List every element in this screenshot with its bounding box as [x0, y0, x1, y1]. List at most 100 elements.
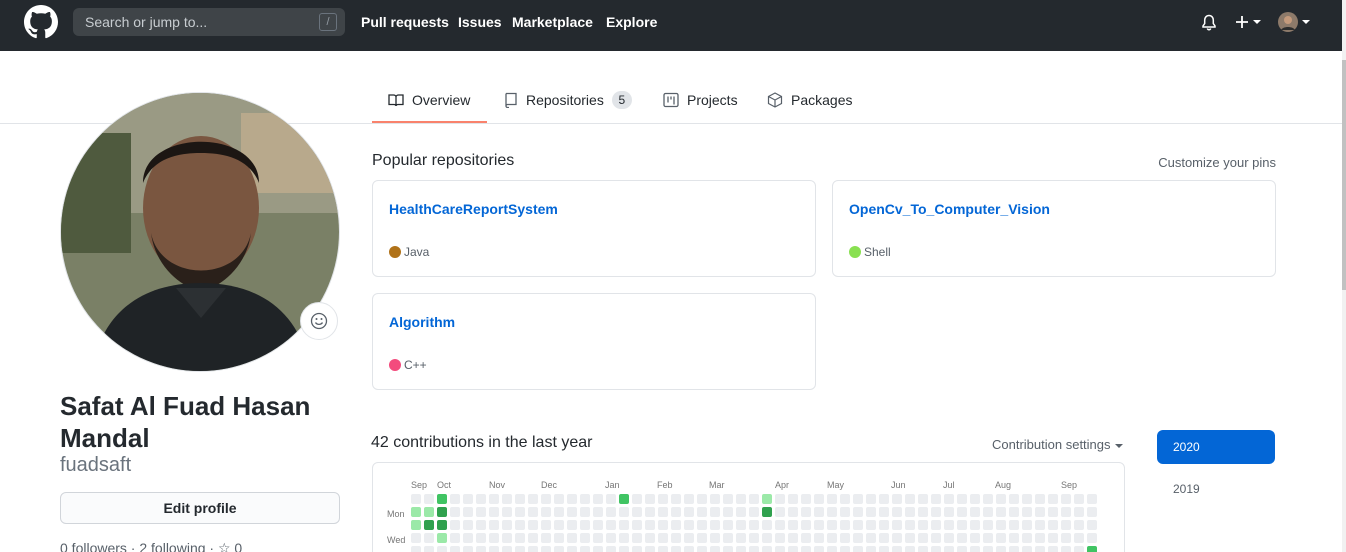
contribution-cell[interactable]	[424, 507, 434, 517]
contribution-cell[interactable]	[710, 507, 720, 517]
contribution-cell[interactable]	[775, 507, 785, 517]
contribution-cell[interactable]	[450, 546, 460, 552]
contribution-cell[interactable]	[697, 507, 707, 517]
contribution-cell[interactable]	[580, 494, 590, 504]
contribution-cell[interactable]	[645, 546, 655, 552]
contribution-cell[interactable]	[437, 546, 447, 552]
contribution-cell[interactable]	[736, 494, 746, 504]
contribution-cell[interactable]	[1009, 533, 1019, 543]
contribution-cell[interactable]	[489, 533, 499, 543]
contribution-cell[interactable]	[1035, 520, 1045, 530]
contribution-cell[interactable]	[996, 546, 1006, 552]
contribution-cell[interactable]	[1087, 533, 1097, 543]
contribution-cell[interactable]	[645, 533, 655, 543]
contribution-cell[interactable]	[658, 494, 668, 504]
contribution-cell[interactable]	[515, 546, 525, 552]
contribution-cell[interactable]	[1048, 507, 1058, 517]
contribution-cell[interactable]	[619, 494, 629, 504]
contribution-cell[interactable]	[983, 494, 993, 504]
contribution-cell[interactable]	[541, 546, 551, 552]
contribution-cell[interactable]	[1048, 546, 1058, 552]
contribution-cell[interactable]	[905, 520, 915, 530]
contribution-cell[interactable]	[658, 533, 668, 543]
contribution-cell[interactable]	[814, 494, 824, 504]
contribution-cell[interactable]	[788, 520, 798, 530]
contribution-cell[interactable]	[762, 520, 772, 530]
contribution-cell[interactable]	[437, 533, 447, 543]
contribution-cell[interactable]	[541, 507, 551, 517]
contribution-cell[interactable]	[879, 520, 889, 530]
contribution-cell[interactable]	[1061, 546, 1071, 552]
contribution-cell[interactable]	[554, 520, 564, 530]
contribution-cell[interactable]	[567, 507, 577, 517]
contribution-cell[interactable]	[541, 494, 551, 504]
contribution-cell[interactable]	[827, 494, 837, 504]
contribution-cell[interactable]	[671, 533, 681, 543]
nav-marketplace[interactable]: Marketplace	[512, 14, 593, 30]
contribution-cell[interactable]	[697, 533, 707, 543]
contribution-cell[interactable]	[645, 507, 655, 517]
contribution-cell[interactable]	[619, 507, 629, 517]
contribution-cell[interactable]	[944, 546, 954, 552]
contribution-cell[interactable]	[788, 507, 798, 517]
contribution-cell[interactable]	[749, 533, 759, 543]
contribution-cell[interactable]	[502, 494, 512, 504]
contribution-cell[interactable]	[931, 507, 941, 517]
contribution-cell[interactable]	[1061, 507, 1071, 517]
contribution-cell[interactable]	[944, 507, 954, 517]
tab-projects[interactable]: Projects	[663, 90, 738, 110]
contribution-cell[interactable]	[1087, 546, 1097, 552]
contribution-cell[interactable]	[450, 494, 460, 504]
contribution-cell[interactable]	[684, 533, 694, 543]
contribution-cell[interactable]	[515, 533, 525, 543]
edit-profile-button[interactable]: Edit profile	[60, 492, 340, 524]
contribution-cell[interactable]	[489, 507, 499, 517]
contribution-cell[interactable]	[580, 520, 590, 530]
contribution-cell[interactable]	[528, 494, 538, 504]
contribution-cell[interactable]	[554, 546, 564, 552]
contribution-cell[interactable]	[879, 533, 889, 543]
contribution-cell[interactable]	[892, 520, 902, 530]
contribution-cell[interactable]	[944, 533, 954, 543]
contribution-cell[interactable]	[970, 520, 980, 530]
contribution-cell[interactable]	[645, 494, 655, 504]
contribution-cell[interactable]	[970, 494, 980, 504]
contribution-cell[interactable]	[476, 494, 486, 504]
contribution-cell[interactable]	[996, 494, 1006, 504]
contribution-cell[interactable]	[970, 546, 980, 552]
contribution-cell[interactable]	[1074, 520, 1084, 530]
plus-icon[interactable]	[1235, 15, 1249, 29]
contribution-cell[interactable]	[541, 533, 551, 543]
contribution-cell[interactable]	[632, 546, 642, 552]
contribution-cell[interactable]	[918, 520, 928, 530]
contribution-cell[interactable]	[502, 507, 512, 517]
contribution-cell[interactable]	[671, 507, 681, 517]
contribution-cell[interactable]	[697, 494, 707, 504]
contribution-cell[interactable]	[840, 546, 850, 552]
contribution-cell[interactable]	[541, 520, 551, 530]
contribution-cell[interactable]	[853, 494, 863, 504]
contribution-cell[interactable]	[736, 507, 746, 517]
contribution-cell[interactable]	[918, 507, 928, 517]
contribution-cell[interactable]	[671, 546, 681, 552]
contribution-cell[interactable]	[723, 520, 733, 530]
contribution-cell[interactable]	[632, 520, 642, 530]
contribution-cell[interactable]	[866, 533, 876, 543]
contribution-cell[interactable]	[684, 520, 694, 530]
github-logo-icon[interactable]	[24, 5, 58, 39]
contribution-cell[interactable]	[1022, 520, 1032, 530]
contribution-cell[interactable]	[749, 520, 759, 530]
contribution-cell[interactable]	[476, 546, 486, 552]
contribution-cell[interactable]	[567, 494, 577, 504]
contribution-cell[interactable]	[632, 533, 642, 543]
contribution-cell[interactable]	[749, 507, 759, 517]
contribution-cell[interactable]	[840, 494, 850, 504]
contribution-cell[interactable]	[489, 546, 499, 552]
contribution-cell[interactable]	[1022, 546, 1032, 552]
contribution-cell[interactable]	[1035, 494, 1045, 504]
contribution-cell[interactable]	[983, 546, 993, 552]
contribution-cell[interactable]	[1009, 520, 1019, 530]
contribution-cell[interactable]	[528, 520, 538, 530]
contribution-cell[interactable]	[983, 520, 993, 530]
contribution-cell[interactable]	[723, 494, 733, 504]
